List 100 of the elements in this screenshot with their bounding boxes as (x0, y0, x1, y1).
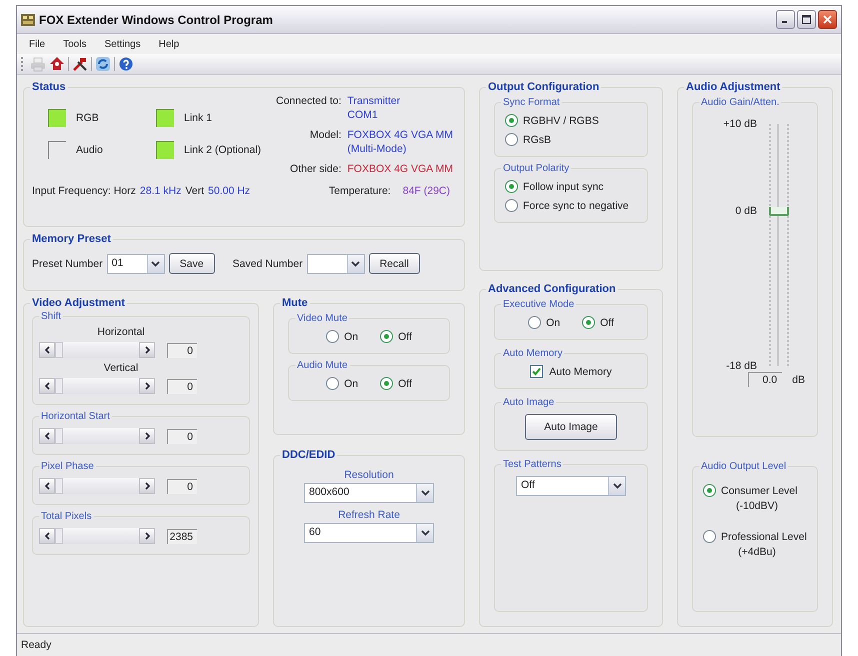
save-button[interactable]: Save (168, 253, 215, 274)
auto-image-button[interactable]: Auto Image (525, 414, 617, 440)
tools-icon[interactable] (72, 56, 88, 72)
menu-item[interactable]: Tools (55, 38, 94, 50)
slider-label: Horizontal (96, 326, 146, 338)
dropdown[interactable]: 800x600 (304, 483, 434, 503)
menu-item[interactable]: Settings (96, 38, 149, 50)
scrollbar-thumb[interactable] (55, 478, 63, 494)
radio-button[interactable] (505, 133, 518, 146)
indicator-label: RGB (76, 112, 99, 124)
radio-label: Follow input sync (523, 180, 604, 192)
radio-button[interactable] (380, 330, 394, 343)
radio-label: On (344, 378, 358, 390)
group-title: Status (31, 81, 67, 93)
group-title: Test Patterns (502, 459, 562, 470)
chevron-icon (608, 477, 625, 495)
refresh-icon[interactable] (95, 56, 111, 72)
scrollbar-thumb[interactable] (55, 428, 63, 444)
chevron-right-icon (144, 532, 150, 540)
group-title: Executive Mode (502, 299, 576, 310)
help-icon[interactable] (118, 56, 134, 72)
info-value: FOXBOX 4G VGA MM (347, 129, 454, 141)
scale-label: 0 dB (735, 205, 757, 218)
scroll-left-button[interactable] (39, 428, 55, 444)
radio-button[interactable] (326, 330, 340, 343)
scroll-right-button[interactable] (139, 528, 155, 544)
info-value: Transmitter (347, 95, 402, 107)
radio-button[interactable] (703, 530, 716, 543)
field-label: Refresh Rate (337, 509, 401, 521)
chevron-left-icon (44, 482, 50, 490)
dropdown[interactable]: 60 (304, 523, 434, 543)
indicator-label: Link 1 (184, 112, 212, 124)
slider-label: Vertical (102, 362, 140, 374)
group-title: Video Adjustment (31, 297, 126, 309)
value-field: 0.0 (748, 372, 782, 387)
scroll-left-button[interactable] (39, 528, 55, 544)
chevron-icon (146, 254, 164, 272)
scroll-left-button[interactable] (39, 478, 55, 494)
frequency-label: Input Frequency: Horz (32, 185, 136, 197)
radio-button[interactable] (326, 377, 340, 390)
value-field: 2385 (167, 528, 197, 544)
minimize-button[interactable] (776, 10, 795, 29)
option-note: (-10dBV) (734, 500, 779, 512)
scroll-left-button[interactable] (39, 378, 55, 394)
radio-button[interactable] (505, 180, 518, 193)
info-label: Model: (308, 129, 342, 143)
scrollbar-thumb[interactable] (55, 528, 63, 544)
radio-button[interactable] (380, 377, 394, 390)
radio-button[interactable] (505, 199, 518, 212)
radio-button[interactable] (528, 316, 542, 329)
group-title: Total Pixels (40, 511, 93, 522)
info-value: (Multi-Mode) (347, 143, 408, 155)
frequency-value: 50.00 Hz (208, 185, 250, 197)
menu-item[interactable]: Help (150, 38, 188, 50)
group-title: Output Polarity (502, 163, 570, 174)
scroll-right-button[interactable] (139, 378, 155, 394)
info-label: Other side: (289, 163, 342, 175)
radio-label: Professional Level (721, 530, 807, 542)
radio-button[interactable] (703, 484, 716, 497)
group-title: Advanced Configuration (487, 283, 617, 295)
radio-button[interactable] (505, 114, 518, 127)
scale-label: +10 dB (723, 118, 757, 130)
group-title: Audio Gain/Atten. (700, 97, 780, 108)
radio-label: On (546, 316, 560, 328)
radio-label: On (344, 330, 358, 342)
scroll-right-button[interactable] (139, 428, 155, 444)
scrollbar-thumb[interactable] (55, 342, 63, 358)
group-title: Horizontal Start (40, 411, 111, 422)
scroll-left-button[interactable] (39, 342, 55, 358)
group-title: Memory Preset (31, 233, 112, 245)
dropdown[interactable]: 01 (106, 254, 165, 274)
info-value: COM1 (347, 109, 379, 121)
scale-label: -18 dB (726, 360, 757, 372)
indicator-label: Link 2 (Optional) (184, 144, 262, 156)
close-icon (823, 15, 832, 24)
dropdown[interactable]: Off (516, 476, 626, 496)
menu-item[interactable]: File (21, 38, 54, 50)
checkbox[interactable] (530, 365, 544, 378)
chevron-right-icon (144, 432, 150, 440)
value-field: 0 (167, 342, 197, 358)
group-title: Audio Output Level (700, 461, 788, 472)
chevron-icon (346, 254, 364, 272)
radio-label: Off (398, 378, 412, 390)
chevron-right-icon (144, 382, 150, 390)
group-title: DDC/EDID (281, 449, 336, 461)
scrollbar-thumb[interactable] (55, 378, 63, 394)
group-title: Auto Memory (502, 348, 564, 359)
recall-button[interactable]: Recall (368, 253, 420, 274)
group-title: Output Configuration (487, 81, 600, 93)
chevron-left-icon (44, 432, 50, 440)
dropdown[interactable] (306, 254, 365, 274)
close-button[interactable] (818, 10, 837, 29)
slider-thumb[interactable] (769, 207, 789, 216)
maximize-button[interactable] (797, 10, 816, 29)
frequency-value: 28.1 kHz (140, 185, 182, 197)
scroll-right-button[interactable] (139, 342, 155, 358)
group-title: Audio Adjustment (685, 81, 782, 93)
group-title: Audio Mute (296, 360, 349, 371)
radio-button[interactable] (582, 316, 596, 329)
scroll-right-button[interactable] (139, 478, 155, 494)
